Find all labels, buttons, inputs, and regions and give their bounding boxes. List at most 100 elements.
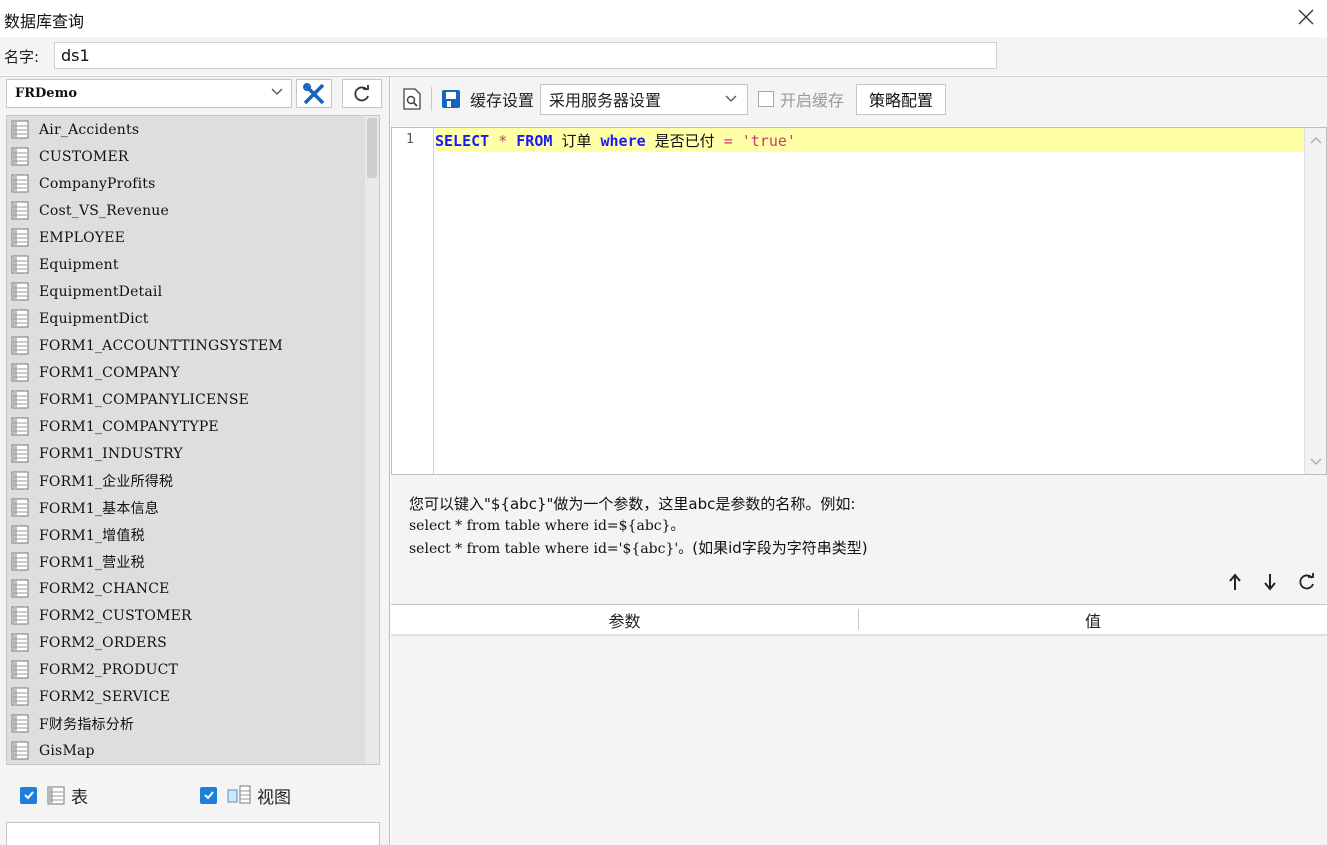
table-icon bbox=[11, 741, 29, 760]
datasource-select[interactable]: FRDemo bbox=[6, 79, 292, 108]
refresh-params-button[interactable] bbox=[1298, 573, 1316, 595]
table-item[interactable]: FORM1_COMPANY bbox=[7, 359, 379, 386]
table-item[interactable]: Air_Accidents bbox=[7, 116, 379, 143]
table-item[interactable]: FORM2_CUSTOMER bbox=[7, 602, 379, 629]
table-item-name: FORM2_PRODUCT bbox=[39, 661, 179, 678]
filter-table[interactable]: 表 bbox=[20, 783, 88, 808]
table-item-name: FORM2_SERVICE bbox=[39, 688, 170, 705]
cache-settings-label: 缓存设置 bbox=[470, 91, 535, 110]
col-value[interactable]: 值 bbox=[859, 605, 1327, 634]
table-item[interactable]: EquipmentDict bbox=[7, 305, 379, 332]
query-toolbar: 缓存设置 采用服务器设置 开启缓存 策略配置 bbox=[391, 77, 1327, 121]
table-item-name: FORM1_ACCOUNTTINGSYSTEM bbox=[39, 337, 283, 354]
parameter-hint: 您可以键入"${abc}"做为一个参数，这里abc是参数的名称。例如: sele… bbox=[409, 493, 868, 560]
policy-config-button[interactable]: 策略配置 bbox=[856, 83, 947, 115]
datasource-value: FRDemo bbox=[15, 86, 78, 101]
kw-select: SELECT bbox=[435, 132, 490, 150]
table-item-name: F财务指标分析 bbox=[39, 716, 135, 733]
table-item-name: FORM2_ORDERS bbox=[39, 634, 167, 651]
table-icon bbox=[11, 633, 29, 652]
kw-where: where bbox=[600, 132, 646, 150]
table-icon bbox=[11, 687, 29, 706]
table-icon bbox=[11, 309, 29, 328]
sql-editor[interactable]: 1 SELECT * FROM 订单 where 是否已付 = 'true' bbox=[391, 127, 1327, 475]
cache-mode-select[interactable]: 采用服务器设置 bbox=[540, 83, 749, 115]
name-label: 名字: bbox=[4, 48, 40, 66]
table-item[interactable]: GisMap bbox=[7, 737, 379, 764]
check-icon bbox=[23, 791, 34, 800]
table-icon bbox=[11, 390, 29, 409]
table-item[interactable]: FORM2_CHANCE bbox=[7, 575, 379, 602]
table-item[interactable]: FORM1_基本信息 bbox=[7, 494, 379, 521]
table-item[interactable]: FORM1_COMPANYTYPE bbox=[7, 413, 379, 440]
table-icon bbox=[11, 714, 29, 733]
table-item[interactable]: EMPLOYEE bbox=[7, 224, 379, 251]
editor-scrollbar[interactable] bbox=[1304, 128, 1326, 474]
enable-cache-checkbox[interactable]: 开启缓存 bbox=[758, 87, 844, 111]
table-icon bbox=[11, 282, 29, 301]
table-item-name: FORM1_基本信息 bbox=[39, 500, 159, 517]
table-item[interactable]: Equipment bbox=[7, 251, 379, 278]
table-item[interactable]: FORM1_COMPANYLICENSE bbox=[7, 386, 379, 413]
table-item[interactable]: FORM2_ORDERS bbox=[7, 629, 379, 656]
params-table: 参数 值 bbox=[391, 604, 1327, 845]
edit-connection-button[interactable] bbox=[296, 79, 332, 108]
table-item[interactable]: FORM1_企业所得税 bbox=[7, 467, 379, 494]
move-up-button[interactable] bbox=[1228, 573, 1242, 595]
scrollbar-thumb[interactable] bbox=[367, 118, 377, 178]
chevron-down-icon bbox=[1310, 458, 1322, 465]
table-filter-input[interactable] bbox=[6, 822, 380, 845]
table-icon bbox=[11, 147, 29, 166]
table-item[interactable]: FORM1_INDUSTRY bbox=[7, 440, 379, 467]
table-item[interactable]: F财务指标分析 bbox=[7, 710, 379, 737]
hint-line-1: 您可以键入"${abc}"做为一个参数，这里abc是参数的名称。例如: bbox=[409, 495, 856, 513]
refresh-button[interactable] bbox=[342, 79, 382, 108]
refresh-icon bbox=[354, 84, 369, 101]
table-item[interactable]: CompanyProfits bbox=[7, 170, 379, 197]
column-name: 是否已付 bbox=[654, 132, 715, 150]
save-icon bbox=[442, 90, 460, 108]
chevron-down-icon bbox=[271, 88, 283, 95]
table-item-name: EquipmentDetail bbox=[39, 283, 163, 300]
table-item[interactable]: FORM1_营业税 bbox=[7, 548, 379, 575]
filter-view[interactable]: 视图 bbox=[200, 783, 291, 808]
table-icon bbox=[11, 552, 29, 571]
name-input[interactable] bbox=[54, 42, 997, 69]
table-icon bbox=[47, 786, 65, 804]
save-cache-button[interactable] bbox=[438, 86, 464, 112]
view-checkbox[interactable] bbox=[200, 786, 217, 804]
table-item[interactable]: Cost_VS_Revenue bbox=[7, 197, 379, 224]
table-item-name: FORM2_CHANCE bbox=[39, 580, 170, 597]
move-down-button[interactable] bbox=[1263, 573, 1277, 595]
table-item[interactable]: EquipmentDetail bbox=[7, 278, 379, 305]
table-item-name: GisMap bbox=[39, 742, 95, 759]
table-item-name: FORM2_CUSTOMER bbox=[39, 607, 192, 624]
preview-button[interactable] bbox=[399, 86, 425, 112]
arrow-down-icon bbox=[1264, 574, 1276, 591]
table-item[interactable]: FORM2_PRODUCT bbox=[7, 656, 379, 683]
op-star: * bbox=[498, 132, 508, 150]
hint-line-3a: select * from table where id='${abc}'。 bbox=[409, 541, 693, 557]
enable-cache-box[interactable] bbox=[758, 91, 775, 107]
right-panel: 缓存设置 采用服务器设置 开启缓存 策略配置 1 SELECT * FROM 订… bbox=[391, 77, 1327, 845]
check-icon bbox=[203, 791, 214, 800]
table-icon bbox=[11, 201, 29, 220]
table-checkbox[interactable] bbox=[20, 786, 37, 804]
table-item-name: CUSTOMER bbox=[39, 148, 129, 165]
close-button[interactable] bbox=[1293, 4, 1319, 30]
table-item[interactable]: FORM1_ACCOUNTTINGSYSTEM bbox=[7, 332, 379, 359]
table-icon bbox=[11, 606, 29, 625]
toolbar-separator bbox=[431, 87, 432, 111]
table-list-scrollbar[interactable] bbox=[365, 116, 379, 764]
table-item[interactable]: FORM1_增值税 bbox=[7, 521, 379, 548]
close-icon bbox=[1298, 9, 1314, 25]
table-item[interactable]: FORM2_SERVICE bbox=[7, 683, 379, 710]
table-icon bbox=[11, 174, 29, 193]
left-panel: FRDemo Air_Accidents CUSTOMER CompanyProfi… bbox=[0, 77, 390, 845]
table-item[interactable]: CUSTOMER bbox=[7, 143, 379, 170]
table-item-name: EquipmentDict bbox=[39, 310, 149, 327]
col-param[interactable]: 参数 bbox=[391, 609, 859, 631]
sql-code[interactable]: SELECT * FROM 订单 where 是否已付 = 'true' bbox=[435, 130, 796, 151]
table-list[interactable]: Air_Accidents CUSTOMER CompanyProfits Cost_… bbox=[6, 115, 380, 765]
table-icon bbox=[11, 255, 29, 274]
